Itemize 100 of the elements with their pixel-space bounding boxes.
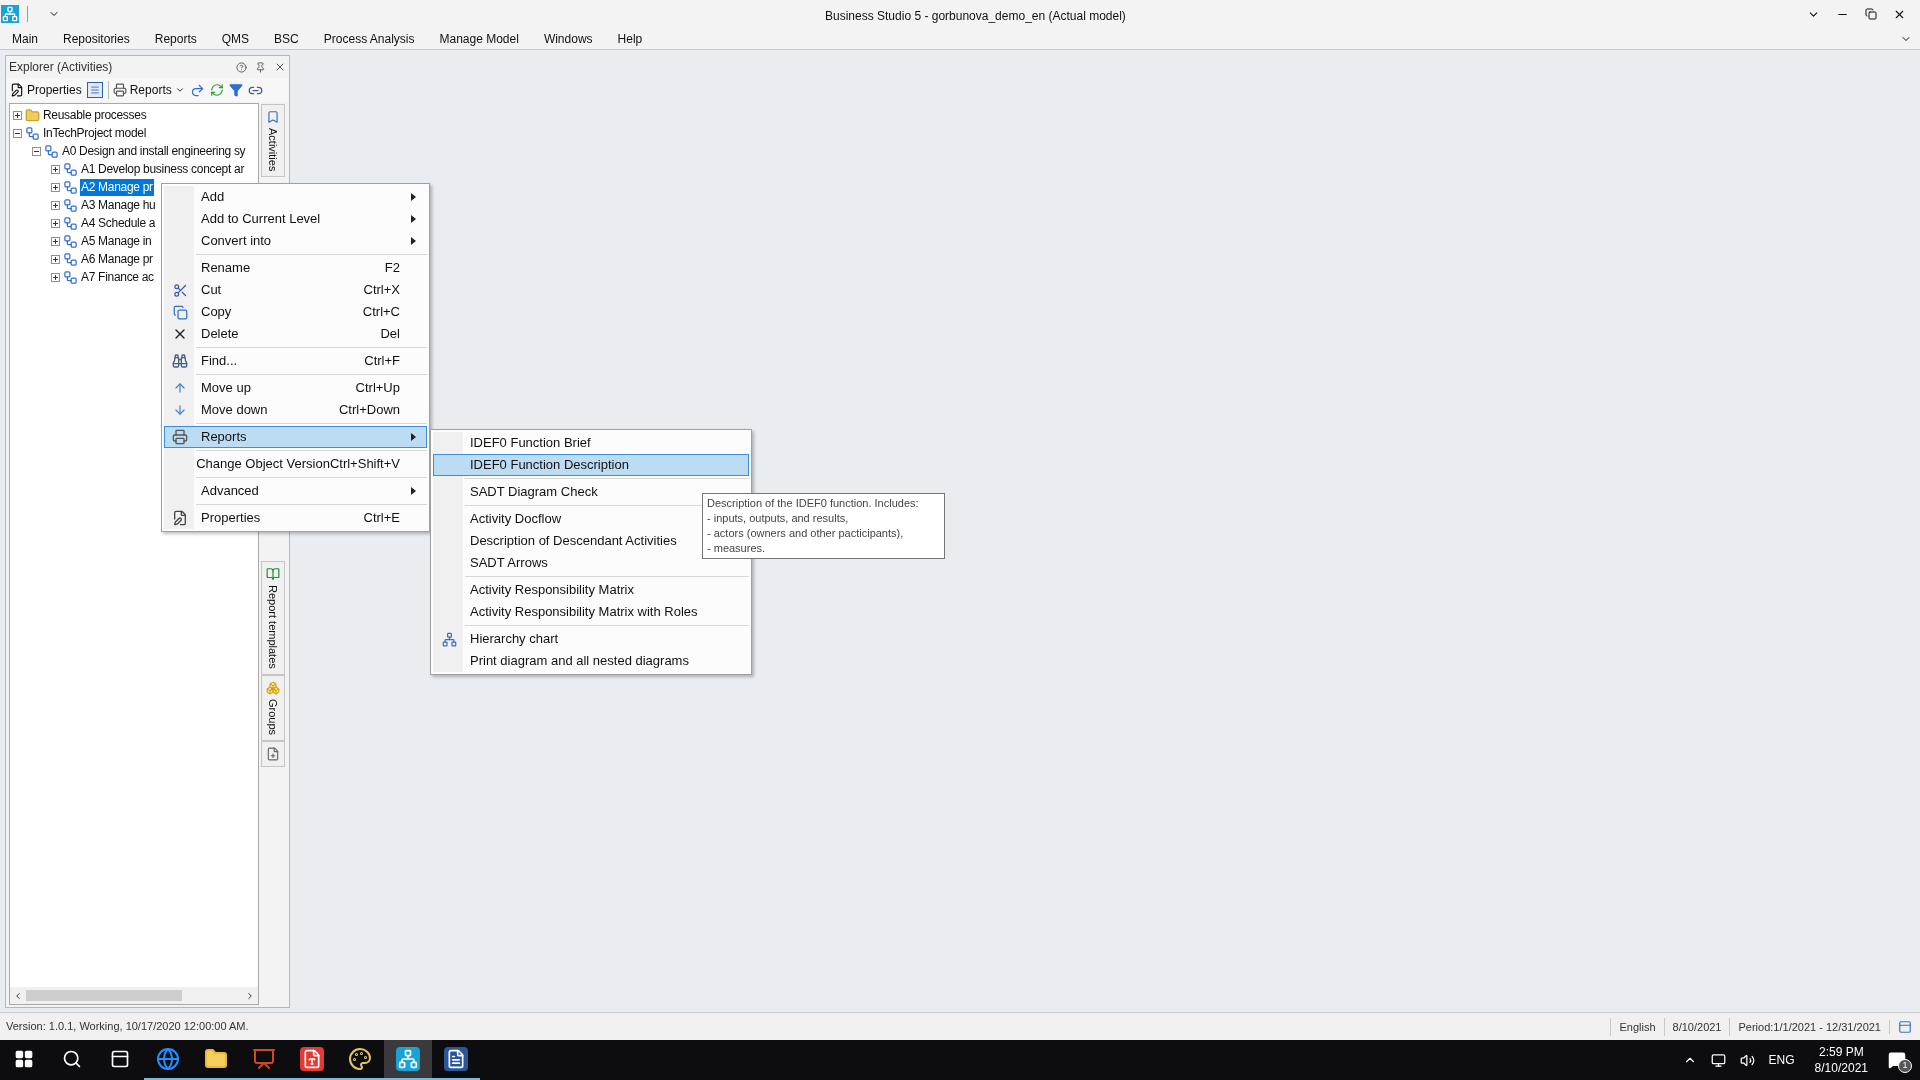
tree-item[interactable]: A0 Design and install engineering sy <box>61 142 247 160</box>
collapse-toggle[interactable] <box>32 146 41 156</box>
menu-bar-item[interactable]: Manage Model <box>439 29 519 48</box>
new-document-icon <box>266 747 280 762</box>
menu-item[interactable]: Reports <box>164 426 427 448</box>
tooltip-line: - actors (owners and other pacticipants), <box>707 526 905 541</box>
menu-item[interactable]: Find... Ctrl+F <box>164 350 427 372</box>
expand-toggle[interactable] <box>51 272 60 282</box>
tree-item[interactable]: Reusable processes <box>42 106 148 124</box>
menu-item[interactable]: Move down Ctrl+Down <box>164 399 427 421</box>
clock[interactable]: 2:59 PM 8/10/2021 <box>1808 1044 1874 1076</box>
activity-icon <box>63 251 78 267</box>
menu-item[interactable]: Rename F2 <box>164 257 427 279</box>
properties-icon <box>172 510 188 526</box>
menu-item[interactable]: Copy Ctrl+C <box>164 301 427 323</box>
properties-icon <box>10 83 24 97</box>
activity-icon <box>25 125 40 141</box>
expand-toggle[interactable] <box>51 182 60 192</box>
horizontal-scrollbar[interactable] <box>10 987 258 1004</box>
menu-item[interactable]: Delete Del <box>164 323 427 345</box>
menu-item[interactable]: Properties Ctrl+E <box>164 507 427 529</box>
scroll-right-icon[interactable] <box>245 990 255 1001</box>
tree-item[interactable]: A1 Develop business concept ar <box>80 160 246 178</box>
folder-icon <box>204 1047 228 1071</box>
toolbar-icon-button[interactable] <box>86 82 103 98</box>
activity-icon <box>63 233 78 249</box>
tree-item[interactable]: A6 Manage pr <box>80 250 154 268</box>
expand-toggle[interactable] <box>13 110 22 120</box>
dropdown-caret-icon <box>174 85 185 95</box>
presentation-app-icon <box>252 1047 276 1071</box>
tree-item[interactable]: A5 Manage in <box>80 232 153 250</box>
printer-icon <box>172 429 188 445</box>
language-indicator[interactable]: ENG <box>1768 1051 1795 1069</box>
menu-bar-item[interactable]: Help <box>617 29 643 48</box>
menu-bar-item[interactable]: Repositories <box>63 29 130 48</box>
tree-item[interactable]: A7 Finance ac <box>80 268 155 286</box>
properties-button[interactable]: Properties <box>10 81 82 99</box>
taskbar-button[interactable] <box>384 1040 432 1080</box>
menu-bar-item[interactable]: BSC <box>274 29 299 48</box>
app-icon <box>300 1047 324 1071</box>
menu-item[interactable]: Cut Ctrl+X <box>164 279 427 301</box>
menu-item[interactable]: Activity Responsibility Matrix <box>433 579 749 601</box>
side-tab[interactable]: Groups <box>261 675 285 742</box>
browser-icon <box>156 1047 180 1071</box>
expand-toggle[interactable] <box>51 236 60 246</box>
collapse-toggle[interactable] <box>13 128 22 138</box>
tree-item[interactable]: A2 Manage pr <box>80 178 154 196</box>
tooltip-line: - inputs, outputs, and results, <box>707 511 850 526</box>
folder-icon <box>25 107 40 123</box>
menu-bar-item[interactable]: Reports <box>154 29 197 48</box>
expand-toggle[interactable] <box>51 218 60 228</box>
side-tab[interactable] <box>261 741 285 768</box>
menu-bar-item[interactable]: Process Analysis <box>323 29 415 48</box>
menu-item[interactable]: Move up Ctrl+Up <box>164 377 427 399</box>
expand-toggle[interactable] <box>51 200 60 210</box>
groups-icon <box>266 681 280 696</box>
menu-bar-item[interactable]: QMS <box>221 29 250 48</box>
menu-item[interactable]: IDEF0 Function Brief <box>433 432 749 454</box>
expand-toggle[interactable] <box>51 254 60 264</box>
status-field: Period:1/1/2021 - 12/31/2021 <box>1729 1017 1889 1036</box>
copy-icon <box>172 304 188 320</box>
tree-item[interactable]: A3 Manage hu <box>80 196 157 214</box>
notification-count: 1 <box>1898 1059 1912 1073</box>
menu-item[interactable]: Advanced <box>164 480 427 502</box>
menu-item[interactable]: Add to Current Level <box>164 208 427 230</box>
menu-item[interactable]: Print diagram and all nested diagrams <box>433 650 749 672</box>
activity-icon <box>63 197 78 213</box>
process-app-icon <box>396 1047 420 1071</box>
toolbar-icon-button[interactable] <box>189 82 205 98</box>
menu-item[interactable]: Add <box>164 186 427 208</box>
toolbar-icon-button[interactable] <box>209 83 224 97</box>
expand-toggle[interactable] <box>51 164 60 174</box>
menu-bar-item[interactable]: Windows <box>543 29 593 48</box>
toolbar-icon-button[interactable] <box>228 83 243 97</box>
menu-item[interactable]: Change Object VersionCtrl+Shift+V <box>164 453 427 475</box>
help-icon[interactable] <box>236 61 247 73</box>
side-tab[interactable]: Activities <box>261 104 285 178</box>
panel-title: Explorer (Activities) <box>9 59 113 76</box>
menu-bar-item[interactable]: Main <box>12 29 38 48</box>
scroll-left-icon[interactable] <box>13 990 23 1001</box>
menu-item[interactable]: Activity Responsibility Matrix with Roles <box>433 601 749 623</box>
tree-item[interactable]: InTechProject model <box>42 124 148 142</box>
network-icon[interactable] <box>1710 1052 1726 1068</box>
volume-icon[interactable] <box>1739 1052 1755 1068</box>
pin-icon[interactable] <box>255 61 266 73</box>
layout-icon[interactable] <box>1898 1019 1912 1034</box>
side-tab[interactable]: Report templates <box>261 561 285 676</box>
find-icon <box>172 353 188 369</box>
menu-item[interactable]: Convert into <box>164 230 427 252</box>
menu-item[interactable]: IDEF0 Function Description <box>433 454 749 476</box>
tooltip-line: Description of the IDEF0 function. Includes: <box>707 496 920 511</box>
close-icon[interactable] <box>274 61 286 73</box>
restore-icon[interactable] <box>1865 8 1877 20</box>
menu-item[interactable]: Hierarchy chart <box>433 628 749 650</box>
reports-dropdown[interactable]: Reports <box>107 81 185 99</box>
tree-item[interactable]: A4 Schedule a <box>80 214 157 232</box>
task-view-icon <box>110 1049 130 1069</box>
status-text: Version: 1.0.1, Working, 10/17/2020 12:00:00 AM. <box>5 1019 249 1035</box>
printer-icon <box>112 83 127 97</box>
book-icon <box>266 567 280 582</box>
